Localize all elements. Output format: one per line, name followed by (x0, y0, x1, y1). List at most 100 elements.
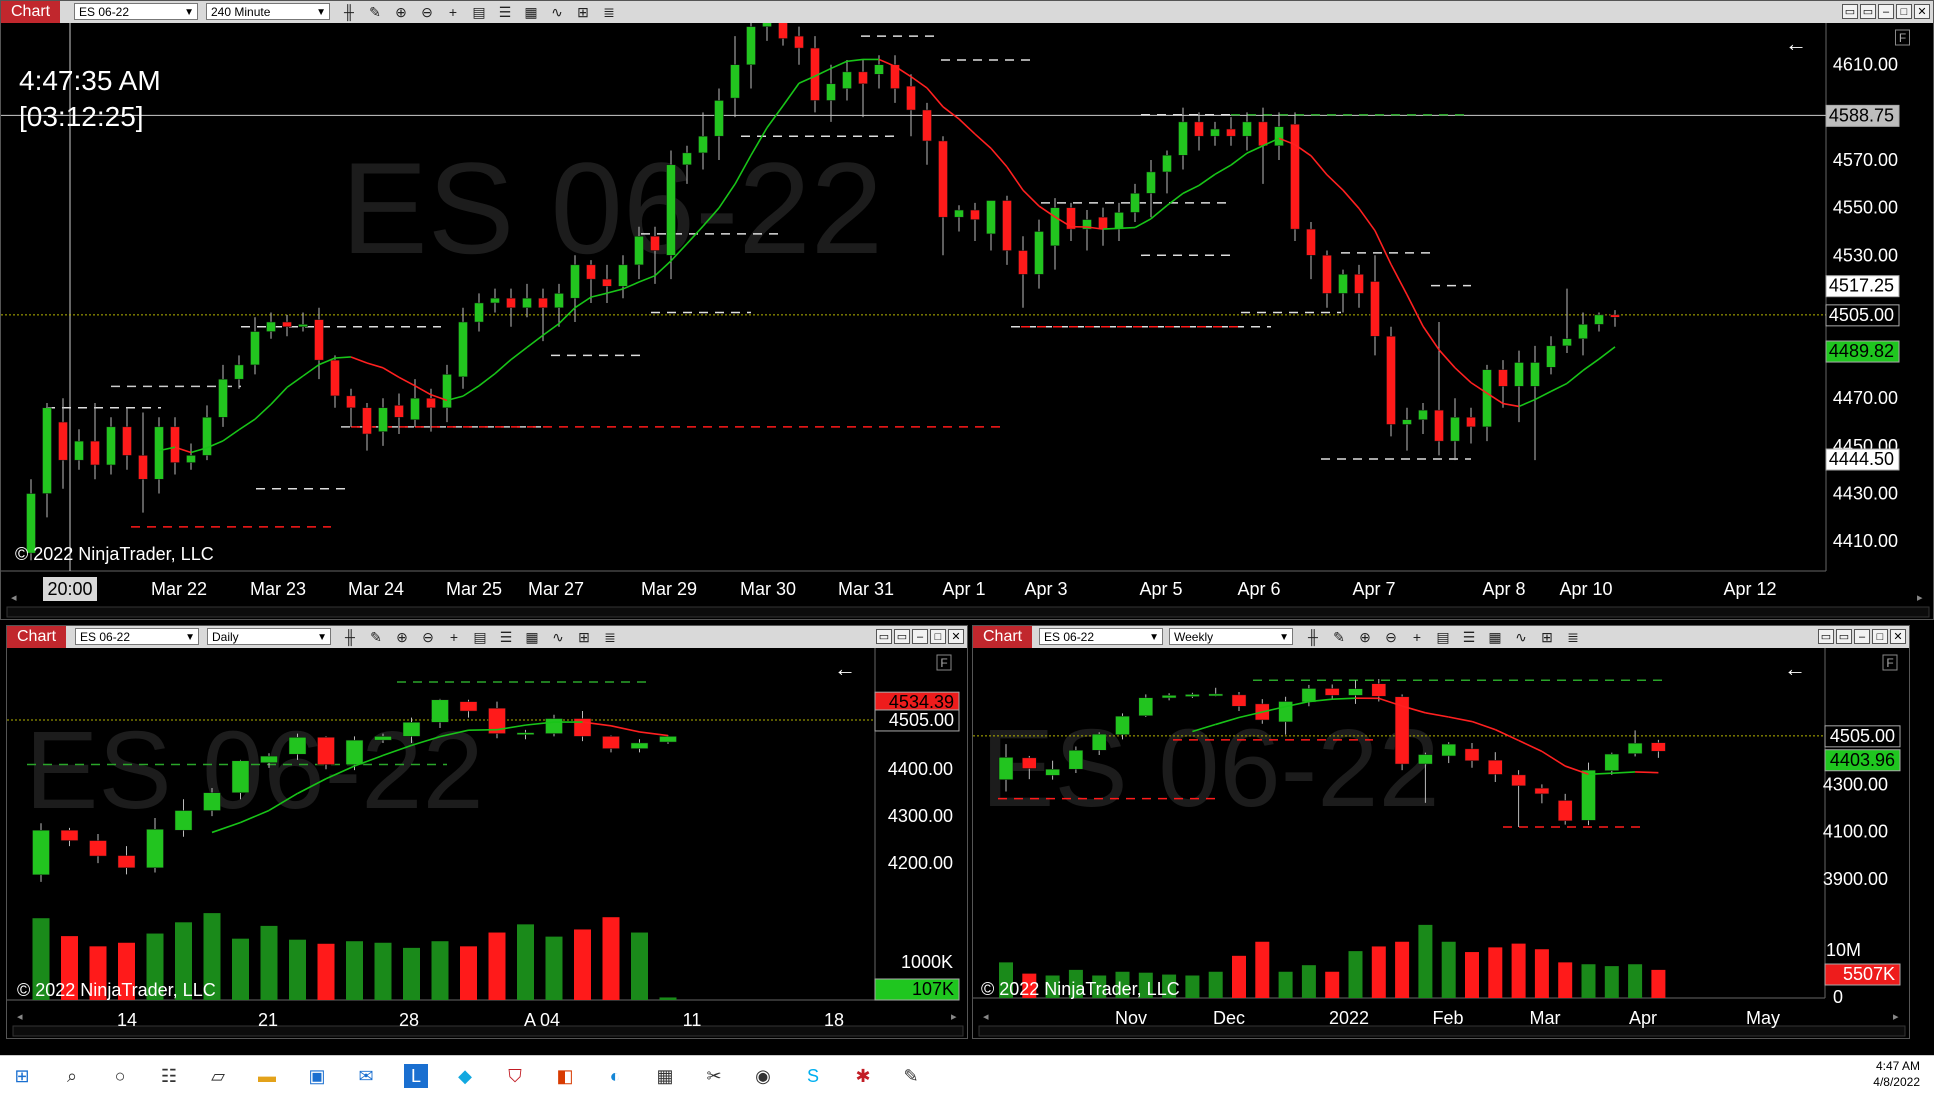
properties-icon[interactable]: ⊞ (1537, 628, 1557, 646)
menu-list-icon[interactable]: ≣ (599, 3, 619, 21)
maximize-icon[interactable]: □ (1872, 629, 1888, 644)
chart-title-tab[interactable]: Chart (1, 1, 60, 23)
interval-select[interactable]: Daily▼ (207, 628, 331, 645)
pencil-icon[interactable]: ✎ (365, 3, 385, 21)
interval-select[interactable]: Weekly▼ (1169, 628, 1293, 645)
minimize-icon[interactable]: – (912, 629, 928, 644)
price-tag-last: 4505.00 (889, 710, 954, 730)
crosshair-icon[interactable]: + (444, 628, 464, 646)
calculator-icon[interactable]: ▦ (653, 1064, 677, 1088)
zoom-in-icon[interactable]: ⊕ (391, 3, 411, 21)
skype-icon[interactable]: S (801, 1064, 825, 1088)
folder-icon[interactable]: ▬ (255, 1064, 279, 1088)
windows-icon[interactable]: ⊞ (10, 1064, 34, 1088)
volume-axis-label: 1000K (901, 952, 953, 972)
close-icon[interactable]: ✕ (948, 629, 964, 644)
instrument-select[interactable]: ES 06-22▼ (74, 3, 198, 20)
chart-daily-plot[interactable]: F←◂▸ES 06-224400.004300.004200.001000K45… (7, 648, 968, 1039)
ninja-icon[interactable]: ✱ (851, 1064, 875, 1088)
properties-icon[interactable]: ⊞ (574, 628, 594, 646)
zoom-in-icon[interactable]: ⊕ (392, 628, 412, 646)
chevron-down-icon: ▼ (185, 629, 195, 646)
instrument-select[interactable]: ES 06-22▼ (75, 628, 199, 645)
chart-title-tab[interactable]: Chart (973, 626, 1032, 648)
files-icon[interactable]: ▱ (206, 1064, 230, 1088)
menu-list-icon[interactable]: ≣ (1563, 628, 1583, 646)
properties-icon[interactable]: ⊞ (573, 3, 593, 21)
copyright-label: © 2022 NinjaTrader, LLC (15, 544, 214, 564)
maximize-icon[interactable]: □ (1896, 4, 1912, 19)
mail-icon[interactable]: ✉ (354, 1064, 378, 1088)
chart-240min-plot[interactable]: F←◂▸ES 06-224610.004570.004550.004530.00… (1, 23, 1934, 620)
interval-select[interactable]: 240 Minute▼ (206, 3, 330, 20)
taskview-icon[interactable]: ○ (108, 1064, 132, 1088)
volume-bar (1442, 942, 1456, 998)
volume-bar (574, 929, 591, 1000)
candle-body (107, 427, 116, 465)
candle-body (147, 829, 164, 867)
volume-bar (1605, 966, 1619, 998)
drawing-tools-icon[interactable]: ☰ (1459, 628, 1479, 646)
price-tag-sma: 4489.82 (1829, 341, 1894, 361)
chart-weekly-plot[interactable]: F←◂▸ES 06-224300.004100.003900.0010M0450… (973, 648, 1910, 1039)
candle-body (1099, 217, 1108, 229)
candle-body (631, 743, 648, 749)
crosshair-icon[interactable]: + (443, 3, 463, 21)
drawing-tools-icon[interactable]: ☰ (495, 3, 515, 21)
zoom-out-icon[interactable]: ⊖ (1381, 628, 1401, 646)
candle-body (475, 303, 484, 322)
indicators-icon[interactable]: ▦ (521, 3, 541, 21)
volume-bar (1349, 951, 1363, 998)
zoom-out-icon[interactable]: ⊖ (418, 628, 438, 646)
strategies-icon[interactable]: ∿ (548, 628, 568, 646)
bar-type-icon[interactable]: ╫ (340, 628, 360, 646)
pin-icon[interactable]: ▭ (1860, 4, 1876, 19)
candle-body (90, 841, 107, 856)
maximize-icon[interactable]: □ (930, 629, 946, 644)
candle-body (1035, 231, 1044, 274)
pencil-icon[interactable]: ✎ (366, 628, 386, 646)
tab-icon[interactable]: ▭ (1842, 4, 1858, 19)
zoom-out-icon[interactable]: ⊖ (417, 3, 437, 21)
bar-type-icon[interactable]: ╫ (1303, 628, 1323, 646)
tab-icon[interactable]: ▭ (876, 629, 892, 644)
candle-body (443, 374, 452, 407)
notepad-icon[interactable]: ✎ (899, 1064, 923, 1088)
app-icon[interactable]: ◆ (453, 1064, 477, 1088)
pencil-icon[interactable]: ✎ (1329, 628, 1349, 646)
office-icon[interactable]: ◧ (553, 1064, 577, 1088)
minimize-icon[interactable]: – (1878, 4, 1894, 19)
drawing-tools-icon[interactable]: ☰ (496, 628, 516, 646)
minimize-icon[interactable]: – (1854, 629, 1870, 644)
paint-icon[interactable]: ✂ (702, 1064, 726, 1088)
chart-title-tab[interactable]: Chart (7, 626, 66, 648)
taskbar-clock[interactable]: 4:47 AM 4/8/2022 (1873, 1058, 1920, 1090)
chat-icon[interactable]: ◉ (751, 1064, 775, 1088)
close-icon[interactable]: ✕ (1914, 4, 1930, 19)
menu-list-icon[interactable]: ≣ (600, 628, 620, 646)
crosshair-icon[interactable]: + (1407, 628, 1427, 646)
countdown-label: [03:12:25] (19, 99, 161, 135)
instrument-select[interactable]: ES 06-22▼ (1039, 628, 1163, 645)
pin-icon[interactable]: ▭ (1836, 629, 1852, 644)
strategies-icon[interactable]: ∿ (547, 3, 567, 21)
edge-icon[interactable]: ◐ (603, 1064, 627, 1088)
time-axis-label: Mar 25 (446, 579, 502, 599)
zoom-in-icon[interactable]: ⊕ (1355, 628, 1375, 646)
l-app-icon[interactable]: L (404, 1064, 428, 1088)
price-axis-label: 4530.00 (1833, 245, 1898, 265)
indicators-icon[interactable]: ▦ (1485, 628, 1505, 646)
shield-icon[interactable]: ⛉ (503, 1064, 527, 1088)
widgets-icon[interactable]: ☷ (157, 1064, 181, 1088)
data-box-icon[interactable]: ▤ (469, 3, 489, 21)
data-box-icon[interactable]: ▤ (1433, 628, 1453, 646)
data-box-icon[interactable]: ▤ (470, 628, 490, 646)
search-icon[interactable]: ⌕ (60, 1064, 84, 1088)
pin-icon[interactable]: ▭ (894, 629, 910, 644)
tab-icon[interactable]: ▭ (1818, 629, 1834, 644)
indicators-icon[interactable]: ▦ (522, 628, 542, 646)
bar-type-icon[interactable]: ╫ (339, 3, 359, 21)
close-icon[interactable]: ✕ (1890, 629, 1906, 644)
strategies-icon[interactable]: ∿ (1511, 628, 1531, 646)
store-icon[interactable]: ▣ (305, 1064, 329, 1088)
